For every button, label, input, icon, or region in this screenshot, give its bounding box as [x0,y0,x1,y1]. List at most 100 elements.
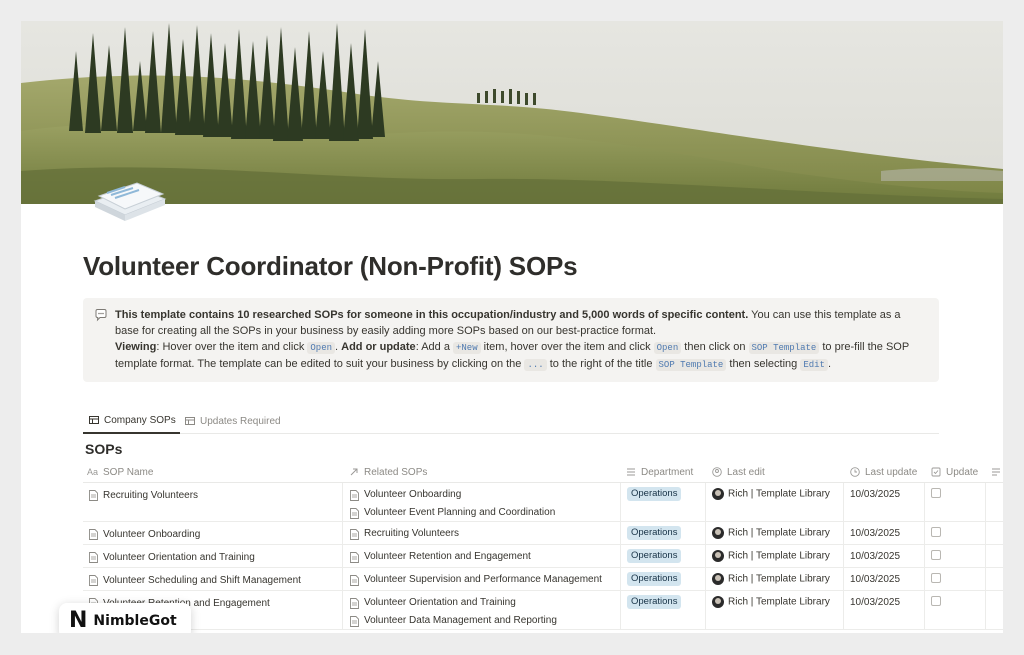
open-code: Open [653,342,682,354]
related-sops-cell[interactable]: Recruiting Volunteers [350,525,459,543]
department-cell[interactable]: Operations [627,549,682,563]
column-header-department[interactable]: Department [626,461,693,483]
last-edit-cell[interactable]: Rich | Template Library [712,596,830,608]
last-edit-cell[interactable]: Rich | Template Library [712,527,830,539]
related-sops-cell[interactable]: Volunteer Onboarding Volunteer Event Plan… [350,486,555,522]
add-text: item, hover over the item and click [480,341,654,353]
avatar [712,550,724,562]
view-tabs: Company SOPs Updates Required [83,408,939,434]
department-tag: Operations [627,595,682,609]
document-icon [89,528,98,540]
table-row[interactable]: Recruiting Volunteers Volunteer Onboardin… [83,483,1003,522]
update-cell[interactable] [931,573,941,586]
viewing-label: Viewing [115,341,157,353]
column-header-sop-name[interactable]: Aa SOP Name [87,461,153,483]
open-code: Open [307,342,335,354]
column-header-last-update[interactable]: Last update [850,461,917,483]
tab-label: Company SOPs [104,414,176,426]
related-sop-link[interactable]: Recruiting Volunteers [350,525,459,543]
last-edit-cell[interactable]: Rich | Template Library [712,573,830,585]
last-edit-cell[interactable]: Rich | Template Library [712,488,830,500]
dots-code: ... [524,359,547,371]
sop-name: Volunteer Orientation and Training [103,551,255,563]
department-cell[interactable]: Operations [627,487,682,501]
viewing-text: : Hover over the item and click [156,341,308,353]
last-update-cell[interactable]: 10/03/2025 [850,597,900,608]
sop-name-cell[interactable]: Recruiting Volunteers [89,486,198,504]
last-update-cell[interactable]: 10/03/2025 [850,528,900,539]
tab-updates-required[interactable]: Updates Required [185,408,281,434]
department-cell[interactable]: Operations [627,572,682,586]
related-sops-cell[interactable]: Volunteer Retention and Engagement [350,548,531,566]
last-edit-cell[interactable]: Rich | Template Library [712,550,830,562]
update-checkbox[interactable] [931,488,941,498]
department-tag: Operations [627,549,682,563]
avatar [712,488,724,500]
related-sop-link[interactable]: Volunteer Onboarding [350,486,461,504]
database-title[interactable]: SOPs [85,441,122,457]
checkbox-icon [931,467,941,477]
column-header-last-edit[interactable]: Last edit [712,461,765,483]
column-header-related-sops[interactable]: Related SOPs [349,461,427,483]
document-icon [350,528,359,540]
related-sops-cell[interactable]: Volunteer Supervision and Performance Ma… [350,571,602,589]
add-label: Add or update [341,341,416,353]
sop-template-code: SOP Template [655,359,727,371]
department-tag: Operations [627,487,682,501]
more-columns-icon[interactable] [991,461,1001,483]
new-code: +New [453,342,481,354]
department-cell[interactable]: Operations [627,595,682,609]
table-row[interactable]: Volunteer Orientation and Training Volunt… [83,545,1003,568]
sop-name-cell[interactable]: Volunteer Scheduling and Shift Managemen… [89,571,301,589]
clock-icon [850,467,860,477]
callout-text: This template contains 10 researched SOP… [115,307,925,373]
editor-name: Rich | Template Library [728,596,830,608]
document-icon [350,615,359,627]
update-cell[interactable] [931,550,941,563]
document-icon [350,551,359,563]
add-text: : Add a [415,341,453,353]
document-icon [350,489,359,501]
relation-arrow-icon [350,468,358,476]
person-icon [712,467,722,477]
update-checkbox[interactable] [931,573,941,583]
related-sop-link[interactable]: Volunteer Orientation and Training [350,594,516,612]
edit-code: Edit [800,359,828,371]
update-checkbox[interactable] [931,596,941,606]
related-sop-link[interactable]: Volunteer Event Planning and Coordinatio… [350,504,555,522]
column-label: Related SOPs [364,466,428,478]
sop-name-cell[interactable]: Volunteer Onboarding [89,525,200,543]
related-sops-cell[interactable]: Volunteer Orientation and Training Volunt… [350,594,557,630]
table-row[interactable]: Volunteer Retention and EngagementVolunt… [83,591,1003,630]
related-sop-link[interactable]: Volunteer Data Management and Reporting [350,612,557,630]
last-update-cell[interactable]: 10/03/2025 [850,489,900,500]
update-checkbox[interactable] [931,550,941,560]
update-cell[interactable] [931,527,941,540]
last-update-cell[interactable]: 10/03/2025 [850,574,900,585]
date-value: 10/03/2025 [850,489,901,500]
department-tag: Operations [627,526,682,540]
sop-name-cell[interactable]: Volunteer Orientation and Training [89,548,255,566]
tab-label: Updates Required [200,415,281,427]
update-cell[interactable] [931,488,941,501]
related-sop-link[interactable]: Volunteer Supervision and Performance Ma… [350,571,602,589]
table-row[interactable]: Volunteer Onboarding Recruiting Volunteer… [83,522,1003,545]
stacked-documents-icon[interactable] [89,171,169,227]
page-title[interactable]: Volunteer Coordinator (Non-Profit) SOPs [83,251,578,282]
update-checkbox[interactable] [931,527,941,537]
callout-intro-bold: This template contains 10 researched SOP… [115,309,749,321]
table-row[interactable]: Volunteer Scheduling and Shift Managemen… [83,568,1003,591]
add-text: then selecting [726,358,801,370]
column-header-update[interactable]: Update [931,461,978,483]
text-property-icon: Aa [87,467,99,477]
related-sop-link[interactable]: Volunteer Retention and Engagement [350,548,531,566]
editor-name: Rich | Template Library [728,573,830,585]
update-cell[interactable] [931,596,941,609]
department-cell[interactable]: Operations [627,526,682,540]
last-update-cell[interactable]: 10/03/2025 [850,551,900,562]
document-icon [89,574,98,586]
column-label: Update [946,466,979,478]
date-value: 10/03/2025 [850,528,901,539]
avatar [712,527,724,539]
tab-company-sops[interactable]: Company SOPs [83,408,180,434]
